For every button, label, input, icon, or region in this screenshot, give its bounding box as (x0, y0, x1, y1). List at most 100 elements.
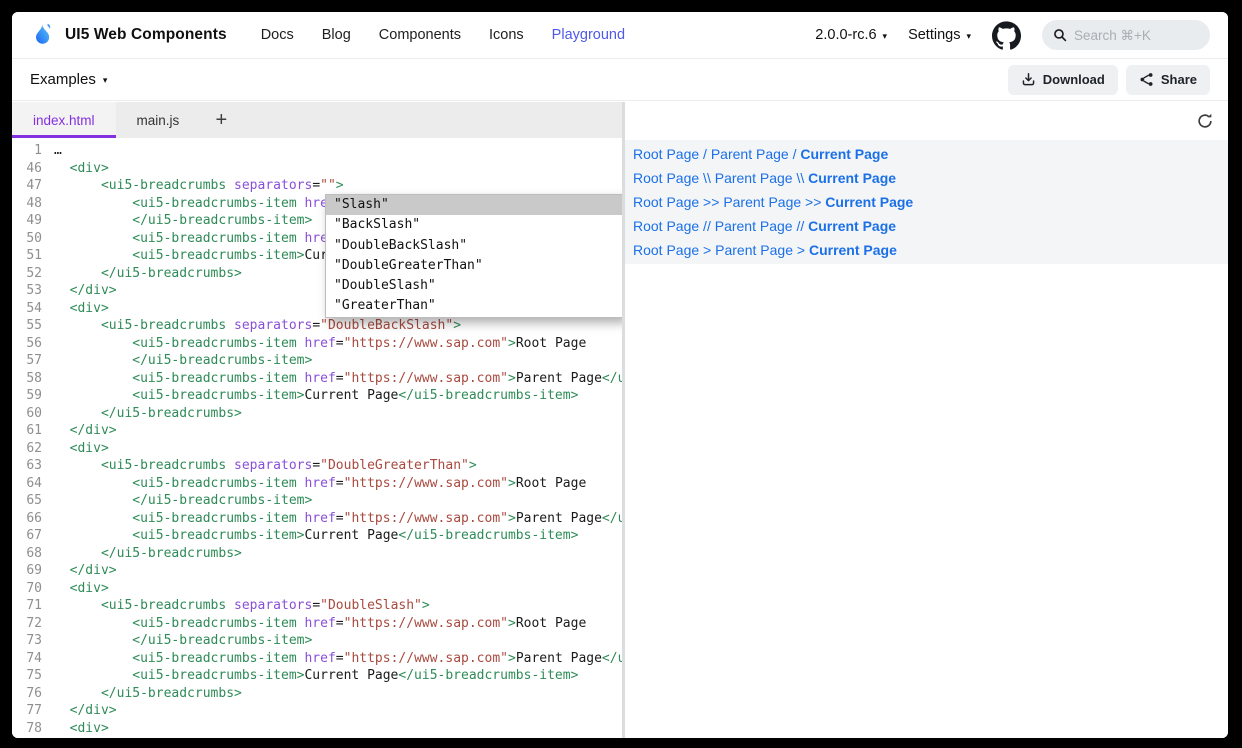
share-button[interactable]: Share (1126, 65, 1210, 95)
code-token: Root Page (516, 616, 586, 631)
code-line[interactable]: 62 <div> (12, 440, 622, 458)
line-number: 78 (12, 720, 54, 738)
code-text: <div> (54, 160, 109, 178)
code-line[interactable]: 78 <div> (12, 720, 622, 738)
code-token: <ui5-breadcrumbs (101, 458, 226, 473)
code-token (226, 318, 234, 333)
code-line[interactable]: 75 <ui5-breadcrumbs-item>Current Page</u… (12, 667, 622, 685)
breadcrumb-link[interactable]: Parent Page (715, 218, 793, 234)
code-line[interactable]: 64 <ui5-breadcrumbs-item href="https://w… (12, 475, 622, 493)
code-line[interactable]: 46 <div> (12, 160, 622, 178)
breadcrumb-link[interactable]: Parent Page (723, 194, 801, 210)
autocomplete-option[interactable]: "BackSlash" (326, 215, 622, 235)
search-input[interactable] (1074, 28, 1199, 43)
breadcrumb-link[interactable]: Root Page (633, 218, 699, 234)
code-token: </ui5-breadcrumbs-item> (398, 388, 578, 403)
code-line[interactable]: 72 <ui5-breadcrumbs-item href="https://w… (12, 615, 622, 633)
line-number: 68 (12, 545, 54, 563)
code-line[interactable]: 70 <div> (12, 580, 622, 598)
code-line[interactable]: 66 <ui5-breadcrumbs-item href="https://w… (12, 510, 622, 528)
breadcrumb-link[interactable]: Root Page (633, 170, 699, 186)
code-line[interactable]: 59 <ui5-breadcrumbs-item>Current Page</u… (12, 387, 622, 405)
code-token: = (312, 598, 320, 613)
code-token (54, 563, 70, 578)
code-line[interactable]: 60 </ui5-breadcrumbs> (12, 405, 622, 423)
code-line[interactable]: 47 <ui5-breadcrumbs separators=""> (12, 177, 622, 195)
code-line[interactable]: 1… (12, 142, 622, 160)
line-number: 71 (12, 597, 54, 615)
breadcrumb-separator: // (699, 218, 715, 234)
code-text: </ui5-breadcrumbs> (54, 685, 242, 703)
code-line[interactable]: 63 <ui5-breadcrumbs separators="DoubleGr… (12, 457, 622, 475)
autocomplete-option[interactable]: "DoubleBackSlash" (326, 236, 622, 256)
tab-index.html[interactable]: index.html (12, 102, 116, 138)
code-text: <ui5-breadcrumbs separators="DoubleBackS… (54, 317, 461, 335)
breadcrumb-link[interactable]: Root Page (633, 146, 699, 162)
code-text: </ui5-breadcrumbs-item> (54, 492, 312, 510)
download-icon (1021, 72, 1036, 87)
tab-main.js[interactable]: main.js (116, 102, 201, 138)
breadcrumb-link[interactable]: Parent Page (715, 242, 793, 258)
code-token: <ui5-breadcrumbs (101, 598, 226, 613)
code-line[interactable]: 74 <ui5-breadcrumbs-item href="https://w… (12, 650, 622, 668)
nav-link-components[interactable]: Components (379, 27, 461, 43)
code-line[interactable]: 56 <ui5-breadcrumbs-item href="https://w… (12, 335, 622, 353)
github-link[interactable] (992, 21, 1021, 50)
autocomplete-option[interactable]: "DoubleGreaterThan" (326, 256, 622, 276)
code-token: "DoubleBackSlash" (320, 318, 453, 333)
examples-label: Examples (30, 71, 96, 88)
code-token (54, 213, 132, 228)
brand-home-link[interactable]: UI5 Web Components (30, 22, 227, 48)
breadcrumb-link[interactable]: Parent Page (711, 146, 789, 162)
autocomplete-option[interactable]: "DoubleSlash" (326, 276, 622, 296)
code-token: <ui5-breadcrumbs-item> (132, 668, 304, 683)
code-token: > (508, 511, 516, 526)
code-line[interactable]: 73 </ui5-breadcrumbs-item> (12, 632, 622, 650)
code-token: href (304, 511, 335, 526)
code-area[interactable]: 1…46 <div>47 <ui5-breadcrumbs separators… (12, 138, 622, 738)
autocomplete-option[interactable]: "GreaterThan" (326, 296, 622, 316)
breadcrumb-link[interactable]: Parent Page (715, 170, 793, 186)
code-line[interactable]: 71 <ui5-breadcrumbs separators="DoubleSl… (12, 597, 622, 615)
search-icon (1053, 28, 1067, 42)
code-line[interactable]: 58 <ui5-breadcrumbs-item href="https://w… (12, 370, 622, 388)
line-number: 72 (12, 615, 54, 633)
code-line[interactable]: 77 </div> (12, 702, 622, 720)
code-line[interactable]: 76 </ui5-breadcrumbs> (12, 685, 622, 703)
breadcrumb-link[interactable]: Root Page (633, 194, 699, 210)
autocomplete-option[interactable]: "Slash" (326, 195, 622, 215)
code-line[interactable]: 57 </ui5-breadcrumbs-item> (12, 352, 622, 370)
code-token (54, 371, 132, 386)
examples-dropdown[interactable]: Examples ▾ (30, 71, 107, 88)
line-number: 69 (12, 562, 54, 580)
code-token: </ui5-breadcrumbs> (101, 546, 242, 561)
code-token (226, 178, 234, 193)
nav-link-blog[interactable]: Blog (322, 27, 351, 43)
code-token: = (336, 651, 344, 666)
code-line[interactable]: 55 <ui5-breadcrumbs separators="DoubleBa… (12, 317, 622, 335)
version-dropdown[interactable]: 2.0.0-rc.6 ▾ (815, 27, 887, 43)
code-line[interactable]: 67 <ui5-breadcrumbs-item>Current Page</u… (12, 527, 622, 545)
line-number: 59 (12, 387, 54, 405)
code-text: <div> (54, 720, 109, 738)
nav-link-playground[interactable]: Playground (552, 27, 625, 43)
code-text: </ui5-breadcrumbs> (54, 265, 242, 283)
nav-link-icons[interactable]: Icons (489, 27, 524, 43)
breadcrumb-separator: > (699, 242, 715, 258)
add-tab-button[interactable]: + (200, 102, 242, 138)
nav-link-docs[interactable]: Docs (261, 27, 294, 43)
breadcrumb-link[interactable]: Root Page (633, 242, 699, 258)
refresh-icon[interactable] (1196, 112, 1214, 130)
code-token (54, 266, 101, 281)
code-token: Parent Page (516, 651, 602, 666)
code-line[interactable]: 69 </div> (12, 562, 622, 580)
code-line[interactable]: 65 </ui5-breadcrumbs-item> (12, 492, 622, 510)
code-token: > (453, 318, 461, 333)
code-token: </ui5-breadcrumbs> (101, 266, 242, 281)
download-button[interactable]: Download (1008, 65, 1118, 95)
code-line[interactable]: 68 </ui5-breadcrumbs> (12, 545, 622, 563)
code-line[interactable]: 61 </div> (12, 422, 622, 440)
code-text: <div> (54, 580, 109, 598)
settings-dropdown[interactable]: Settings ▾ (908, 27, 971, 43)
breadcrumb-separator: \\ (793, 170, 809, 186)
